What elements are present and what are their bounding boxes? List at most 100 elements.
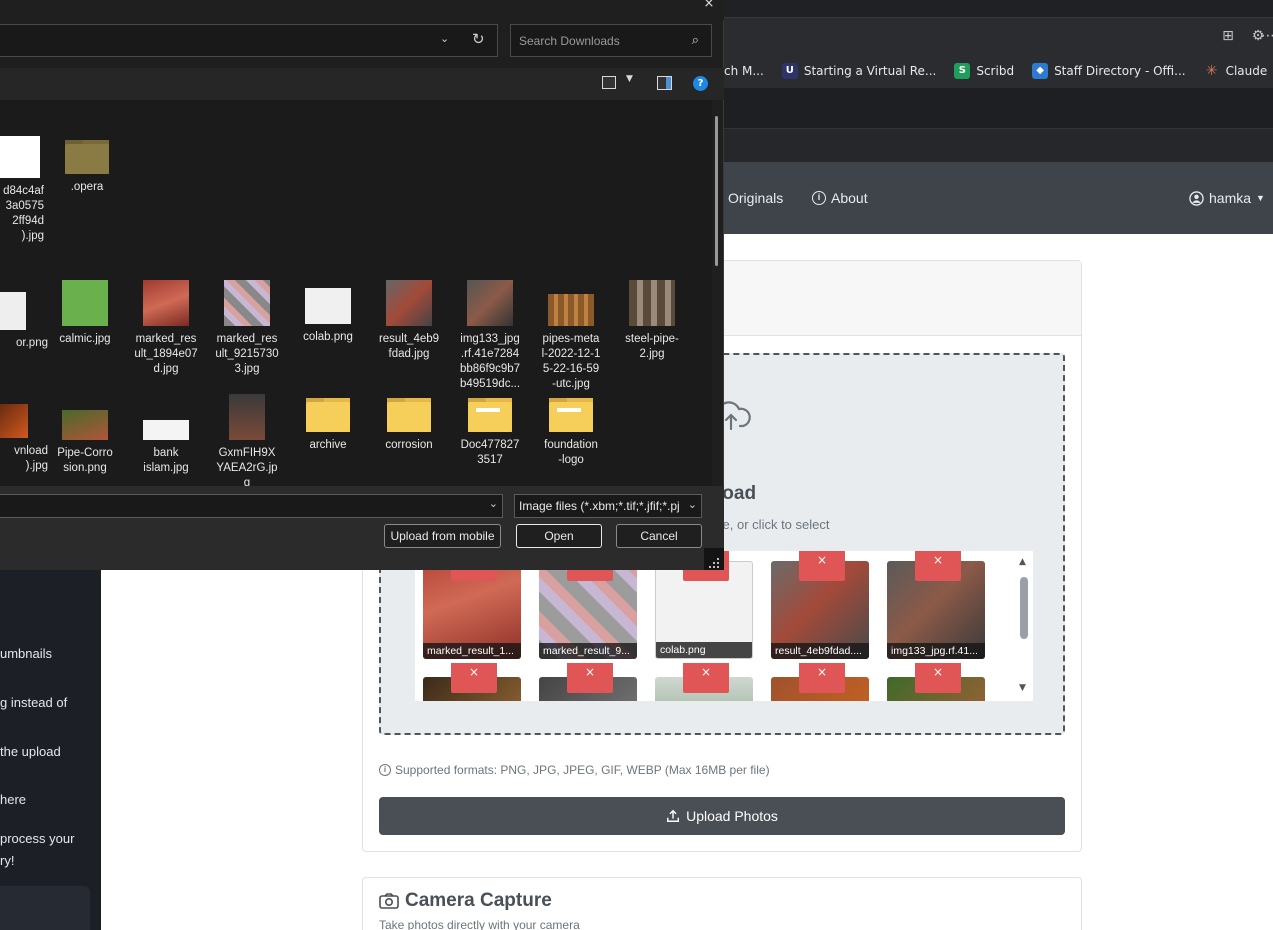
sidebar-tip: g instead of bbox=[0, 695, 68, 710]
file-item[interactable]: img133_jpg .rf.41e7284 bb86f9c9b7 b49519… bbox=[451, 280, 529, 392]
refresh-icon[interactable]: ↻ bbox=[472, 30, 485, 48]
file-item[interactable]: marked_res ult_9215730 3.jpg bbox=[208, 280, 286, 377]
file-item[interactable]: vnload ).jpg bbox=[0, 404, 48, 474]
file-name: vnload ).jpg bbox=[14, 445, 48, 472]
image-thumbnail bbox=[143, 420, 189, 440]
file-name-input[interactable]: ⌄ bbox=[0, 494, 503, 518]
bookmark-item[interactable]: ✳ Claude bbox=[1204, 63, 1268, 79]
user-menu[interactable]: hamka ▼ bbox=[1189, 190, 1265, 206]
chevron-down-icon[interactable]: ⌄ bbox=[440, 32, 449, 45]
scroll-down-icon[interactable]: ▼ bbox=[1019, 683, 1026, 693]
file-type-value: Image files (*.xbm;*.tif;*.jfif;*.pj bbox=[519, 499, 680, 513]
open-button[interactable]: Open bbox=[516, 524, 602, 548]
file-name: or.png bbox=[16, 337, 48, 349]
bookmark-item[interactable]: U Starting a Virtual Re... bbox=[781, 63, 937, 79]
sidebar-tip: the upload bbox=[0, 744, 61, 759]
directory-icon: ◆ bbox=[1032, 63, 1049, 79]
preview-scrollbar-thumb[interactable] bbox=[1020, 577, 1028, 639]
file-item[interactable]: archive bbox=[289, 398, 367, 453]
file-item[interactable]: colab.png bbox=[289, 280, 367, 345]
view-dropdown-icon[interactable]: ▼ bbox=[626, 74, 633, 84]
chevron-down-icon[interactable]: ⌄ bbox=[489, 497, 498, 510]
nav-about[interactable]: i About bbox=[812, 190, 868, 206]
file-item[interactable]: .opera bbox=[48, 140, 126, 195]
file-item[interactable]: bank islam.jpg bbox=[127, 404, 205, 476]
upload-from-mobile-button[interactable]: Upload from mobile bbox=[384, 524, 501, 548]
bookmark-item[interactable]: ch M... bbox=[724, 64, 764, 78]
image-thumbnail bbox=[62, 280, 108, 326]
nav-originals-label: Originals bbox=[728, 190, 784, 206]
preview-filename: marked_result_1... bbox=[423, 643, 521, 659]
file-item[interactable]: result_4eb9 fdad.jpg bbox=[370, 280, 448, 362]
camera-icon bbox=[379, 893, 399, 909]
bookmark-label: Starting a Virtual Re... bbox=[803, 64, 937, 78]
remove-preview-button[interactable]: × bbox=[799, 663, 845, 693]
image-thumbnail bbox=[62, 410, 108, 440]
file-item[interactable]: steel-pipe- 2.jpg bbox=[613, 280, 691, 362]
image-thumbnail bbox=[0, 136, 40, 178]
supported-formats-text: Supported formats: PNG, JPG, JPEG, GIF, … bbox=[395, 763, 770, 777]
dialog-scrollbar-thumb[interactable] bbox=[715, 116, 718, 266]
remove-preview-button[interactable]: × bbox=[683, 663, 729, 693]
caret-down-icon: ▼ bbox=[1256, 193, 1265, 203]
preview-scrollbar[interactable]: ▲ ▼ bbox=[1017, 555, 1031, 697]
bookmark-item[interactable]: S Scribd bbox=[954, 63, 1014, 79]
help-icon[interactable]: ? bbox=[693, 76, 708, 91]
file-item[interactable]: corrosion bbox=[370, 398, 448, 453]
preview-pane-icon[interactable] bbox=[657, 76, 672, 90]
info-icon: i bbox=[379, 764, 391, 776]
file-item[interactable]: or.png bbox=[0, 280, 48, 351]
file-item[interactable]: Doc477827 3517 bbox=[451, 398, 529, 468]
folder-icon bbox=[549, 398, 593, 432]
file-item[interactable]: pipes-meta l-2022-12-1 5-22-16-59 -utc.j… bbox=[532, 280, 610, 392]
nav-originals[interactable]: Originals bbox=[728, 190, 783, 206]
file-name: bank islam.jpg bbox=[143, 447, 189, 474]
file-item[interactable]: d84c4af 3a0575 2ff94d ).jpg bbox=[0, 136, 44, 244]
cancel-button[interactable]: Cancel bbox=[616, 524, 702, 548]
file-item[interactable]: GxmFIH9X YAEA2rG.jp g bbox=[208, 394, 286, 486]
claude-icon: ✳ bbox=[1205, 63, 1218, 79]
file-item[interactable]: foundation -logo bbox=[532, 398, 610, 468]
file-name: archive bbox=[309, 439, 347, 451]
view-icon[interactable] bbox=[602, 76, 616, 89]
split-screen-icon[interactable]: ⊞ bbox=[1218, 26, 1238, 46]
dialog-file-list: d84c4af 3a0575 2ff94d ).jpg .opera or.pn… bbox=[0, 100, 712, 486]
remove-preview-button[interactable]: × bbox=[799, 551, 845, 581]
resize-grip-icon[interactable] bbox=[704, 548, 724, 570]
file-item[interactable]: marked_res ult_1894e07 d.jpg bbox=[127, 280, 205, 377]
folder-icon bbox=[468, 398, 512, 432]
file-item[interactable]: calmic.jpg bbox=[46, 280, 124, 347]
sidebar-tip: ry! bbox=[0, 853, 15, 868]
close-icon[interactable]: × bbox=[702, 0, 716, 14]
upload-photos-button[interactable]: Upload Photos bbox=[379, 797, 1065, 835]
file-type-select[interactable]: Image files (*.xbm;*.tif;*.jfif;*.pj ⌄ bbox=[514, 494, 702, 518]
dialog-search-input[interactable]: Search Downloads ⌕ bbox=[510, 24, 712, 57]
image-thumbnail bbox=[143, 280, 189, 326]
camera-card-title: Camera Capture bbox=[379, 890, 552, 912]
file-name: steel-pipe- 2.jpg bbox=[625, 333, 679, 360]
image-thumbnail bbox=[229, 394, 265, 440]
scroll-up-icon[interactable]: ▲ bbox=[1019, 557, 1026, 567]
file-name: colab.png bbox=[303, 331, 353, 343]
dialog-scrollbar[interactable] bbox=[713, 110, 721, 486]
remove-preview-button[interactable]: × bbox=[451, 663, 497, 693]
remove-preview-button[interactable]: × bbox=[915, 551, 961, 581]
supported-formats-note: i Supported formats: PNG, JPG, JPEG, GIF… bbox=[379, 763, 770, 777]
file-name: calmic.jpg bbox=[59, 333, 111, 345]
file-name: marked_res ult_1894e07 d.jpg bbox=[134, 333, 198, 375]
file-name: corrosion bbox=[385, 439, 433, 451]
nav-about-label: About bbox=[831, 190, 868, 206]
file-name: d84c4af 3a0575 2ff94d ).jpg bbox=[3, 185, 44, 242]
preview-filename: colab.png bbox=[656, 642, 752, 658]
remove-preview-button[interactable]: × bbox=[915, 663, 961, 693]
dialog-address-bar[interactable]: ⌄ ↻ bbox=[0, 24, 498, 57]
bookmark-item[interactable]: ◆ Staff Directory - Offi... bbox=[1032, 63, 1186, 79]
preview-filename: img133_jpg.rf.41... bbox=[887, 643, 985, 659]
user-name: hamka bbox=[1209, 190, 1252, 206]
more-icon[interactable]: ⋯ bbox=[1258, 26, 1273, 46]
file-name: img133_jpg .rf.41e7284 bb86f9c9b7 b49519… bbox=[459, 333, 521, 390]
file-item[interactable]: Pipe-Corro sion.png bbox=[46, 404, 124, 476]
remove-preview-button[interactable]: × bbox=[567, 663, 613, 693]
sidebar-tip: umbnails bbox=[0, 646, 53, 661]
chevron-down-icon[interactable]: ⌄ bbox=[685, 498, 697, 511]
